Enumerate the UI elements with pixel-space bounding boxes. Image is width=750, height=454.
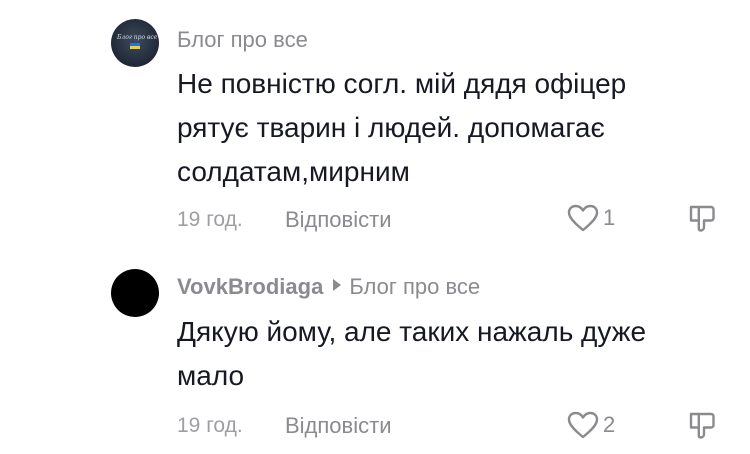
- like-button[interactable]: 1: [567, 203, 615, 233]
- author-name[interactable]: Блог про все: [177, 27, 308, 52]
- comment-text-line: Дякую йому, але таких нажаль дуже: [177, 316, 647, 347]
- thumbs-down-icon: [689, 412, 715, 439]
- heart-outline-icon: [567, 411, 599, 439]
- author-line: Блог про все: [177, 27, 308, 53]
- comment-text-line: мало: [177, 360, 245, 391]
- dislike-button[interactable]: [687, 410, 717, 440]
- reply-arrow-icon: [333, 279, 342, 291]
- comment-item: VovkBrodiaga Блог про все Дякую йому, але…: [0, 250, 750, 454]
- avatar[interactable]: Блог про все: [111, 19, 159, 67]
- reply-button[interactable]: Відповісти: [285, 413, 392, 439]
- like-count: 2: [603, 412, 616, 437]
- author-line: VovkBrodiaga Блог про все: [177, 274, 480, 300]
- reply-to-name[interactable]: Блог про все: [349, 274, 480, 299]
- comment-timestamp: 19 год.: [177, 414, 243, 437]
- dislike-button[interactable]: [687, 203, 717, 233]
- thumbs-down-icon: [689, 205, 715, 232]
- comment-thread: Блог про все Блог про все Не повністю со…: [0, 0, 750, 454]
- ukraine-flag-icon: [130, 43, 140, 49]
- comment-timestamp: 19 год.: [177, 208, 243, 231]
- comment-text-line: солдатам,мирним: [177, 156, 410, 187]
- author-name[interactable]: VovkBrodiaga: [177, 274, 323, 299]
- avatar-logo-text: Блог про все: [117, 34, 158, 41]
- reply-button[interactable]: Відповісти: [285, 207, 392, 233]
- comment-text: Дякую йому, але таких нажаль дуже мало: [177, 310, 717, 398]
- avatar[interactable]: [111, 269, 159, 317]
- like-count: 1: [603, 205, 616, 230]
- like-button[interactable]: 2: [567, 410, 615, 440]
- heart-outline-icon: [567, 204, 599, 232]
- comment-item: Блог про все Блог про все Не повністю со…: [0, 0, 750, 250]
- comment-text-line: Не повністю согл. мій дядя офіцер: [177, 68, 627, 99]
- comment-text-line: рятує тварин і людей. допомагає: [177, 112, 605, 143]
- comment-text: Не повністю согл. мій дядя офіцер рятує …: [177, 62, 717, 194]
